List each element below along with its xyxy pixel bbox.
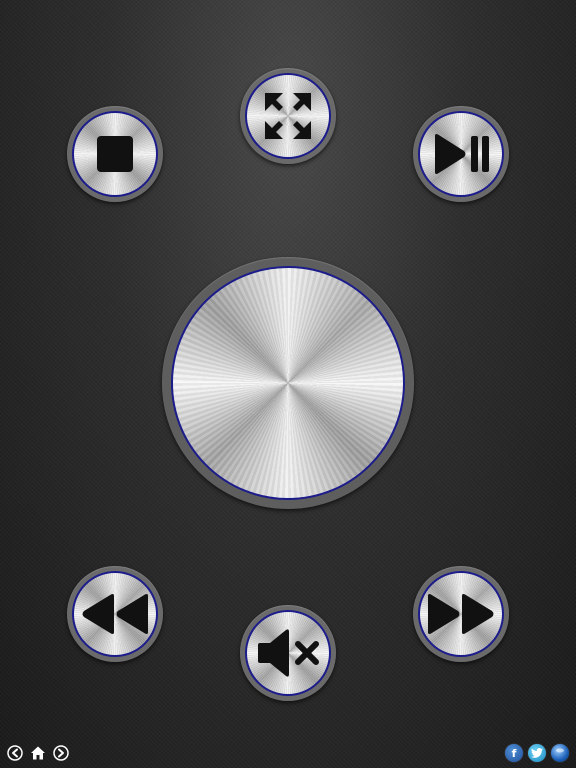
- fullscreen-button-face: [245, 73, 331, 159]
- play-pause-button[interactable]: [413, 106, 509, 202]
- twitter-icon: [531, 748, 543, 758]
- back-button[interactable]: [7, 745, 23, 761]
- fast-forward-button-face: [418, 571, 504, 657]
- facebook-icon: f: [511, 746, 517, 760]
- mute-button[interactable]: [240, 605, 336, 701]
- fullscreen-icon: [265, 93, 311, 139]
- fast-forward-button[interactable]: [413, 566, 509, 662]
- globe-icon: [556, 748, 564, 753]
- center-knob-button[interactable]: [162, 257, 414, 509]
- rewind-button-face: [72, 571, 158, 657]
- facebook-link[interactable]: f: [505, 744, 523, 762]
- stop-button[interactable]: [67, 106, 163, 202]
- twitter-link[interactable]: [528, 744, 546, 762]
- home-button[interactable]: [30, 745, 46, 761]
- fast-forward-icon: [428, 594, 494, 634]
- mute-button-face: [245, 610, 331, 696]
- globe-link[interactable]: [551, 744, 569, 762]
- play-pause-icon: [435, 134, 489, 174]
- home-icon: [31, 746, 45, 760]
- forward-button[interactable]: [53, 745, 69, 761]
- arrow-left-icon: [7, 745, 23, 761]
- mute-icon: [258, 629, 319, 677]
- rewind-icon: [82, 594, 148, 634]
- rewind-button[interactable]: [67, 566, 163, 662]
- fullscreen-button[interactable]: [240, 68, 336, 164]
- stop-icon: [97, 136, 133, 172]
- stop-button-face: [72, 111, 158, 197]
- arrow-right-icon: [53, 745, 69, 761]
- play-pause-button-face: [418, 111, 504, 197]
- center-knob-face: [171, 266, 405, 500]
